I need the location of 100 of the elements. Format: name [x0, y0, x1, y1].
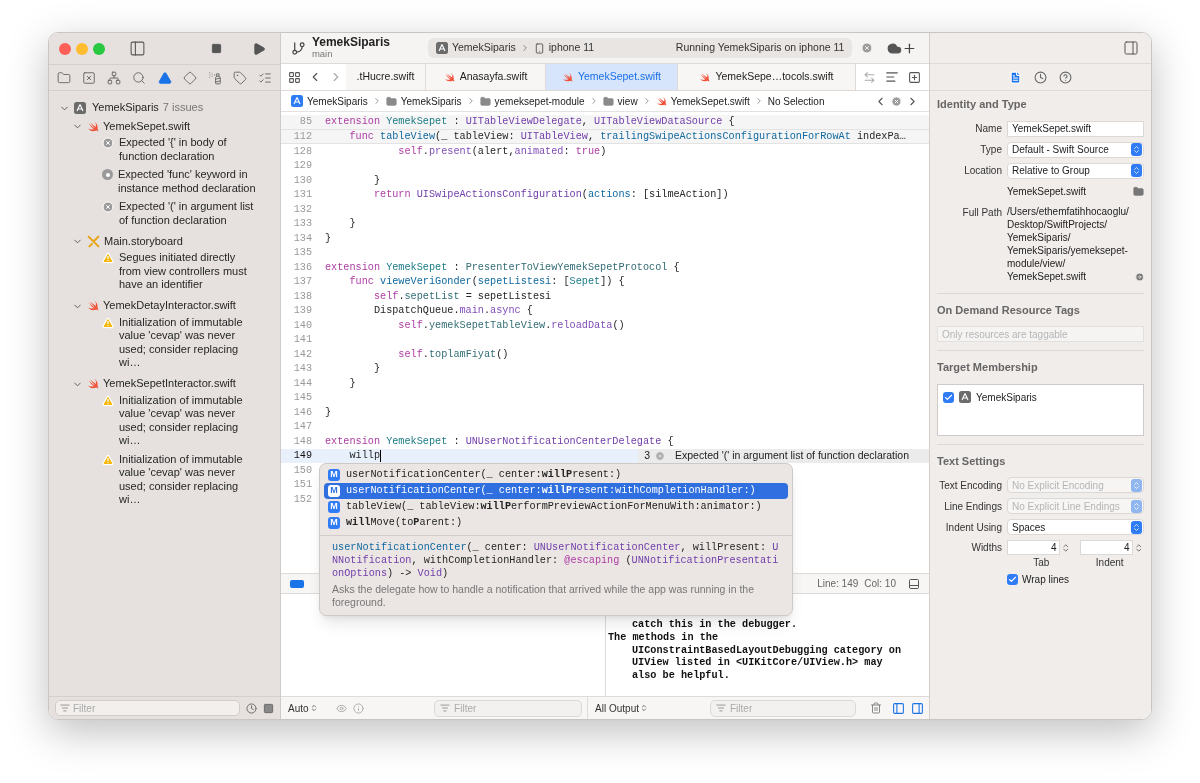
list-icon[interactable]: [258, 70, 272, 85]
filter-icon: [440, 703, 451, 713]
completion-item[interactable]: M userNotificationCenter(_ center:willPresent:): [324, 467, 788, 483]
diamond-icon[interactable]: [182, 70, 197, 85]
error-icon: [102, 137, 114, 149]
line-number: 136: [292, 260, 312, 275]
clock-icon[interactable]: [246, 702, 257, 714]
breadcrumb-item[interactable]: yemeksepet-module: [494, 93, 585, 109]
method-badge: M: [328, 501, 340, 513]
checkbox[interactable]: [943, 391, 954, 403]
line-number: 146: [292, 405, 312, 420]
close-window-button[interactable]: [59, 42, 71, 55]
file-name[interactable]: YemekSepetInteractor.swift: [103, 377, 236, 391]
popup-button[interactable]: Relative to Group: [1007, 162, 1144, 179]
run-status: Running YemekSiparis on iphone 11: [675, 40, 845, 56]
dot-icon: [102, 169, 113, 180]
checkbox[interactable]: [1007, 574, 1018, 585]
grid-icon[interactable]: [288, 70, 301, 84]
stepper-icon[interactable]: [1061, 542, 1071, 553]
code-line: extension YemekSepet : UITableViewDelegate, UITableViewDataSource {: [325, 115, 735, 130]
warning-icon[interactable]: [157, 70, 172, 85]
issue-message[interactable]: Expected '{' in body of function declaration: [119, 136, 259, 163]
breadcrumb-item[interactable]: YemekSiparis: [307, 93, 368, 109]
close-icon[interactable]: [861, 42, 874, 54]
name-field[interactable]: YemekSepet.swift: [1007, 120, 1144, 137]
info-icon[interactable]: [352, 702, 364, 714]
bird-icon: [87, 300, 99, 312]
scheme-target[interactable]: YemekSiparis: [451, 40, 516, 56]
inspector-toggle-icon[interactable]: [1123, 40, 1139, 56]
help-icon[interactable]: [1059, 70, 1072, 84]
search-icon[interactable]: [132, 70, 147, 85]
line-number: 131: [292, 188, 312, 203]
folder-icon[interactable]: [57, 70, 71, 85]
code-line: willp: [348, 449, 381, 464]
line-number: 140: [292, 318, 312, 333]
editor-tab[interactable]: YemekSepet.swift: [546, 64, 678, 90]
error-count: 3: [644, 447, 651, 463]
tag-icon[interactable]: [232, 70, 247, 85]
issue-message[interactable]: Expected '(' in argument list of function declaration: [119, 200, 259, 227]
editor-tab[interactable]: YemekSepe…tocols.swift: [678, 64, 856, 90]
scheme-device[interactable]: iphone 11: [548, 40, 595, 56]
completion-item[interactable]: M tableView(_ tableView:willPerformPreviewActionForMenuWith:animator:): [324, 499, 788, 515]
panel-right-icon[interactable]: [911, 701, 924, 715]
indent-width-field[interactable]: 4: [1080, 540, 1134, 555]
breadcrumb-item[interactable]: YemekSiparis: [400, 93, 462, 109]
clock-icon[interactable]: [1034, 70, 1047, 84]
output-selector[interactable]: All Output: [595, 700, 648, 716]
popup-button[interactable]: Default - Swift Source: [1007, 141, 1144, 158]
breadcrumb-item[interactable]: No Selection: [767, 93, 825, 109]
file-icon[interactable]: [1009, 70, 1022, 84]
panel-left-icon[interactable]: [892, 701, 905, 715]
folder-icon[interactable]: [1133, 185, 1144, 197]
field-caption: Tab: [1032, 556, 1051, 570]
lines-icon[interactable]: [885, 70, 899, 84]
issue-message[interactable]: Segues initiated directly from view controllers must have an identifier: [119, 251, 259, 292]
inline-error-banner[interactable]: 3 Expected '(' in argument list of function declaration: [638, 448, 929, 463]
tab-width-field[interactable]: 4: [1007, 540, 1061, 555]
editor-tab[interactable]: .tHucre.swift: [346, 64, 426, 90]
stepper-icon[interactable]: [1134, 542, 1144, 553]
project-name: YemekSiparis: [92, 101, 159, 115]
file-name[interactable]: YemekDetayInteractor.swift: [103, 299, 236, 313]
eye-icon[interactable]: [335, 702, 347, 714]
console-message: catch this in the debugger.: [631, 619, 799, 632]
line-number: 128: [292, 144, 312, 159]
sidebar-toggle-icon[interactable]: [129, 40, 146, 57]
section-title: Identity and Type: [937, 97, 1028, 112]
breadcrumb-item[interactable]: view: [617, 93, 638, 109]
trash-icon[interactable]: [870, 702, 882, 714]
editor-tab[interactable]: Anasayfa.swift: [426, 64, 546, 90]
app-icon: [435, 42, 448, 54]
stepper-icon: [309, 704, 318, 712]
completion-item[interactable]: M userNotificationCenter(_ center:willPresent:withCompletionHandler:): [324, 483, 788, 499]
scheme-bar[interactable]: YemekSiparis iphone 11 Running YemekSiparis on iphone 11: [427, 38, 853, 58]
square-x-icon[interactable]: [82, 70, 97, 85]
file-name[interactable]: YemekSepet.swift: [103, 119, 191, 134]
arrows-icon[interactable]: [863, 70, 876, 84]
scope-selector[interactable]: Auto: [288, 700, 318, 716]
storyboard-icon: [87, 235, 100, 248]
issue-message[interactable]: Initialization of immutable value 'cevap' was never used; consider replacing wi…: [119, 452, 259, 507]
file-name[interactable]: Main.storyboard: [104, 234, 183, 249]
line-number: 152: [292, 492, 312, 507]
play-icon[interactable]: [252, 41, 266, 56]
column-indicator: Col: 10: [864, 577, 896, 591]
breadcrumb-item[interactable]: YemekSepet.swift: [670, 93, 750, 109]
hierarchy-icon[interactable]: [107, 70, 122, 85]
popup-button[interactable]: Spaces: [1007, 519, 1144, 535]
line-number: 134: [292, 231, 312, 246]
warning-icon: [102, 316, 114, 329]
cloud-icon[interactable]: [887, 40, 903, 56]
stop-icon[interactable]: [211, 43, 222, 54]
issue-message[interactable]: Expected 'func' keyword in instance method declaration: [118, 168, 258, 195]
spray-can-icon[interactable]: [207, 70, 222, 85]
panel-icon[interactable]: [908, 577, 920, 590]
add-editor-icon[interactable]: [908, 70, 921, 84]
code-line: self.yemekSepetTableView.reloadData(): [397, 318, 625, 333]
breakpoints-toggle[interactable]: [290, 579, 304, 588]
square-icon[interactable]: [263, 702, 274, 714]
issue-message[interactable]: Initialization of immutable value 'cevap' was never used; consider replacing wi…: [119, 393, 259, 448]
completion-item[interactable]: M willMove(toParent:): [324, 515, 788, 531]
issue-message[interactable]: Initialization of immutable value 'cevap' was never used; consider replacing wi…: [119, 315, 259, 370]
